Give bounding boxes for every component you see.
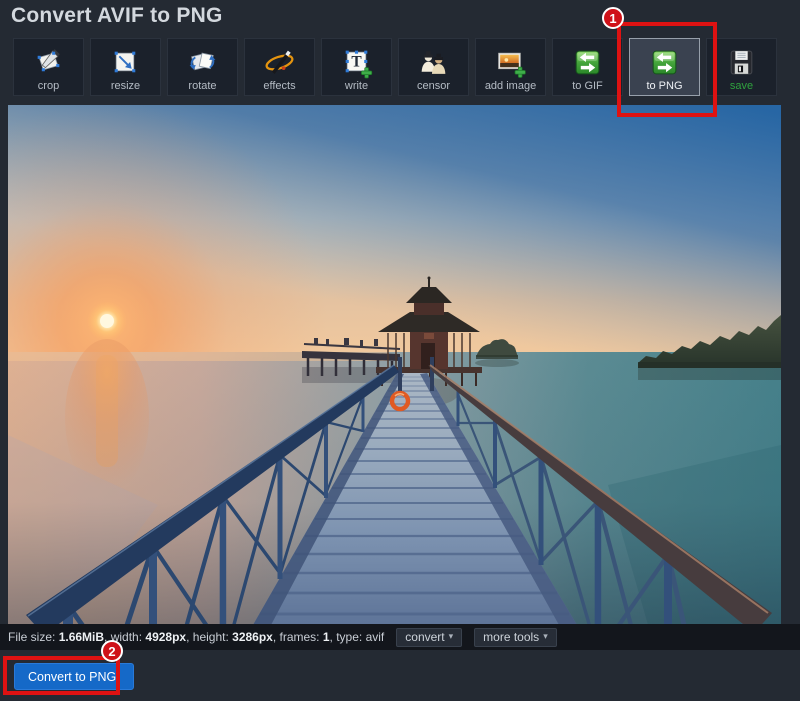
rotate-icon <box>186 46 219 79</box>
chevron-down-icon: ▾ <box>543 631 548 642</box>
tool-label: effects <box>263 80 295 92</box>
height-value: 3286px <box>232 630 273 644</box>
file-size-label: File size: <box>8 630 59 644</box>
write-icon: T <box>340 46 373 79</box>
convert-to-png-button[interactable]: Convert to PNG! <box>14 663 134 690</box>
to-gif-icon <box>571 46 604 79</box>
censor-icon <box>417 46 450 79</box>
tool-button-crop[interactable]: crop <box>13 38 84 96</box>
tool-button-censor[interactable]: censor <box>398 38 469 96</box>
tool-button-save[interactable]: save <box>706 38 777 96</box>
tool-label: add image <box>485 80 536 92</box>
frames-value: 1 <box>323 630 330 644</box>
tool-button-resize[interactable]: resize <box>90 38 161 96</box>
save-icon <box>725 46 758 79</box>
sun <box>87 301 127 341</box>
tool-button-to-gif[interactable]: to GIF <box>552 38 623 96</box>
tool-button-effects[interactable]: effects <box>244 38 315 96</box>
page-title: Convert AVIF to PNG <box>11 4 222 28</box>
tool-label: censor <box>417 80 450 92</box>
convert-dropdown[interactable]: convert▾ <box>396 628 462 647</box>
tool-label: save <box>730 80 753 92</box>
resize-icon <box>109 46 142 79</box>
to-png-icon <box>648 46 681 79</box>
annotation-badge-1: 1 <box>602 7 624 29</box>
tool-label: to GIF <box>572 80 603 92</box>
tool-label: rotate <box>188 80 216 92</box>
file-size-value: 1.66MiB <box>59 630 104 644</box>
crop-icon <box>32 46 65 79</box>
image-canvas: Long wooden pier with blue cross-braced … <box>8 105 781 625</box>
tool-button-write[interactable]: T write <box>321 38 392 96</box>
toolbar: crop resize rotat <box>13 38 777 96</box>
effects-icon <box>263 46 296 79</box>
chevron-down-icon: ▾ <box>449 631 454 642</box>
more-tools-dropdown[interactable]: more tools▾ <box>474 628 557 647</box>
width-value: 4928px <box>145 630 186 644</box>
frames-label: , frames: <box>273 630 323 644</box>
annotation-badge-2: 2 <box>101 640 123 662</box>
svg-text:T: T <box>351 54 362 71</box>
convert-avif-page: Convert AVIF to PNG crop <box>0 0 800 701</box>
tool-button-add-image[interactable]: add image <box>475 38 546 96</box>
tool-label: resize <box>111 80 140 92</box>
tool-button-to-png[interactable]: to PNG <box>629 38 700 96</box>
tool-label: crop <box>38 80 59 92</box>
type-value: avif <box>366 630 385 644</box>
height-label: , height: <box>186 630 232 644</box>
tool-button-rotate[interactable]: rotate <box>167 38 238 96</box>
tool-label: to PNG <box>646 80 682 92</box>
photo-scene: Long wooden pier with blue cross-braced … <box>8 105 781 625</box>
tool-label: write <box>345 80 368 92</box>
add-image-icon <box>494 46 527 79</box>
type-label: , type: <box>330 630 366 644</box>
